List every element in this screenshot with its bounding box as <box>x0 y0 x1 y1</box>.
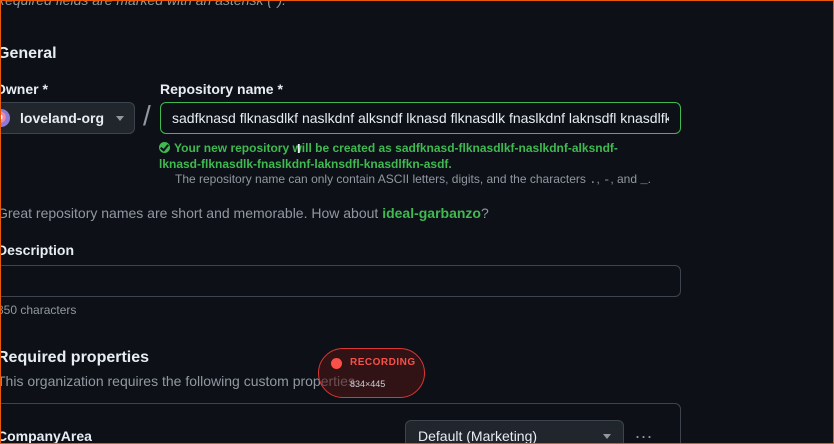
validation-message: Your new repository will be created as s… <box>159 141 618 171</box>
property-value-text: Default (Marketing) <box>418 428 538 444</box>
description-char-count: 350 characters <box>0 303 77 317</box>
hint-char-dot: . <box>589 173 597 187</box>
repository-name-hint: The repository name can only contain ASC… <box>175 172 651 187</box>
suggestion-prefix: Great repository names are short and mem… <box>0 205 379 221</box>
property-value-select[interactable]: Default (Marketing) <box>405 420 624 444</box>
chevron-down-icon <box>603 433 611 439</box>
name-suggestion: Great repository names are short and mem… <box>0 205 489 221</box>
description-input[interactable] <box>1 265 681 297</box>
owner-avatar <box>1 109 10 127</box>
suggestion-suffix: ? <box>480 205 489 221</box>
hint-and: and <box>616 172 638 186</box>
hint-char-underscore: _ <box>640 173 648 187</box>
repository-name-validation: Your new repository will be created as s… <box>159 140 659 172</box>
required-fields-note: Required fields are marked with an aster… <box>0 0 287 8</box>
owner-select-button[interactable]: loveland-org <box>1 102 135 134</box>
chevron-down-icon <box>116 115 125 121</box>
text-cursor-icon: I <box>297 141 301 156</box>
hint-text: The repository name can only contain ASC… <box>175 172 586 186</box>
required-properties-heading: Required properties <box>0 349 150 366</box>
repository-name-label: Repository name * <box>160 81 283 97</box>
general-heading: General <box>0 45 57 62</box>
property-name-companyarea: CompanyArea <box>0 428 92 444</box>
recording-dimensions: 834×445 <box>350 379 386 389</box>
screen-frame: Required fields are marked with an aster… <box>0 0 834 444</box>
description-label: Description <box>0 242 75 258</box>
owner-name: loveland-org <box>20 110 105 126</box>
hint-char-dash: - <box>603 173 611 187</box>
record-dot-icon <box>331 358 342 369</box>
recording-label: RECORDING <box>350 357 416 368</box>
required-properties-subtext: This organization requires the following… <box>0 373 355 389</box>
suggested-name-link[interactable]: ideal-garbanzo <box>382 205 481 221</box>
owner-repo-separator: / <box>143 100 151 131</box>
recording-indicator: RECORDING 834×445 <box>318 348 425 398</box>
more-options-button[interactable]: ... <box>635 422 653 443</box>
check-circle-icon <box>159 142 170 153</box>
owner-label: Owner * <box>0 81 48 97</box>
repository-name-input[interactable] <box>160 102 681 134</box>
